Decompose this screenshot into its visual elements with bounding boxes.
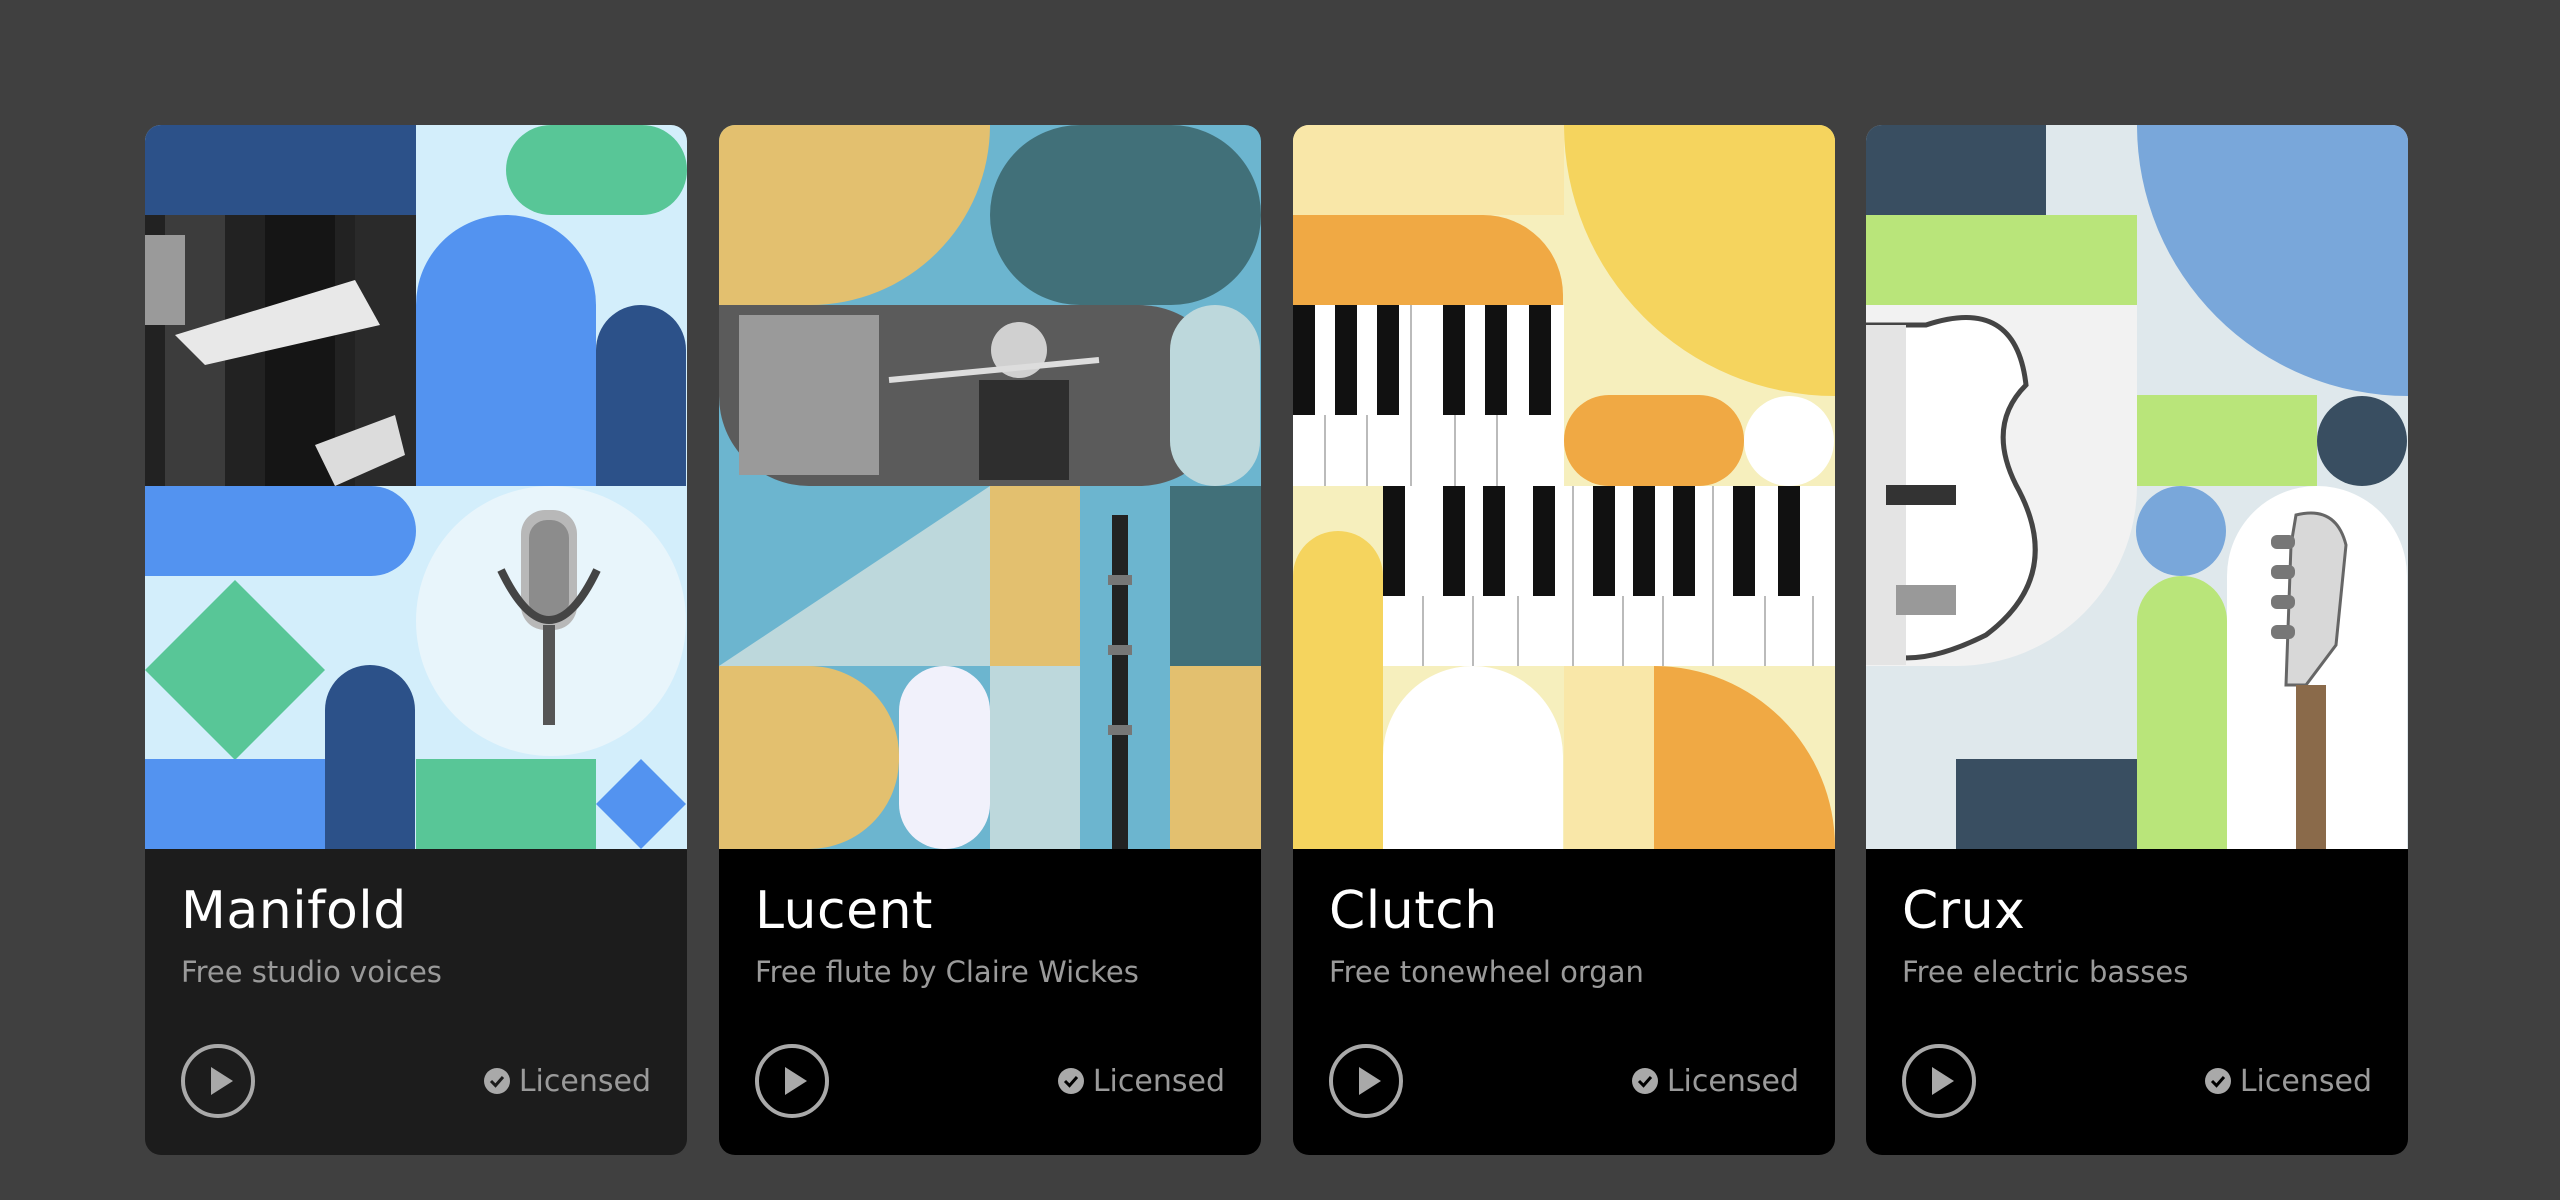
card-title: Clutch bbox=[1329, 881, 1498, 941]
card-artwork bbox=[719, 125, 1261, 849]
card-lucent[interactable]: Lucent Free flute by Claire Wickes Licen… bbox=[719, 125, 1261, 1155]
card-artwork bbox=[145, 125, 687, 849]
card-artwork bbox=[1293, 125, 1835, 849]
license-status-label: Licensed bbox=[1092, 1063, 1225, 1099]
play-icon bbox=[1932, 1067, 1954, 1095]
license-status-label: Licensed bbox=[1666, 1063, 1799, 1099]
card-info: Lucent Free flute by Claire Wickes Licen… bbox=[719, 849, 1261, 1155]
card-subtitle: Free electric basses bbox=[1902, 955, 2189, 989]
check-circle-icon bbox=[2204, 1068, 2231, 1094]
card-info: Crux Free electric basses Licensed bbox=[1866, 849, 2408, 1155]
license-status-label: Licensed bbox=[518, 1063, 651, 1099]
card-info: Manifold Free studio voices Licensed bbox=[145, 849, 687, 1155]
license-status: Licensed bbox=[1057, 1063, 1225, 1099]
card-artwork bbox=[1866, 125, 2408, 849]
card-subtitle: Free studio voices bbox=[181, 955, 442, 989]
card-clutch[interactable]: Clutch Free tonewheel organ Licensed bbox=[1293, 125, 1835, 1155]
card-subtitle: Free tonewheel organ bbox=[1329, 955, 1644, 989]
license-status-label: Licensed bbox=[2239, 1063, 2372, 1099]
play-icon bbox=[1359, 1067, 1381, 1095]
card-subtitle: Free flute by Claire Wickes bbox=[755, 955, 1139, 989]
play-button[interactable] bbox=[181, 1044, 255, 1118]
choir-microphone-collage-image bbox=[145, 125, 687, 849]
check-circle-icon bbox=[483, 1068, 510, 1094]
card-crux[interactable]: Crux Free electric basses Licensed bbox=[1866, 125, 2408, 1155]
check-circle-icon bbox=[1057, 1068, 1084, 1094]
card-manifold[interactable]: Manifold Free studio voices Licensed bbox=[145, 125, 687, 1155]
organ-keys-collage-image bbox=[1293, 125, 1835, 849]
license-status: Licensed bbox=[483, 1063, 651, 1099]
play-button[interactable] bbox=[1329, 1044, 1403, 1118]
electric-bass-collage-image bbox=[1866, 125, 2408, 849]
play-button[interactable] bbox=[1902, 1044, 1976, 1118]
play-icon bbox=[785, 1067, 807, 1095]
card-title: Crux bbox=[1902, 881, 2026, 941]
play-icon bbox=[211, 1067, 233, 1095]
card-title: Lucent bbox=[755, 881, 933, 941]
flutist-collage-image bbox=[719, 125, 1261, 849]
license-status: Licensed bbox=[1631, 1063, 1799, 1099]
check-circle-icon bbox=[1631, 1068, 1658, 1094]
license-status: Licensed bbox=[2204, 1063, 2372, 1099]
card-info: Clutch Free tonewheel organ Licensed bbox=[1293, 849, 1835, 1155]
play-button[interactable] bbox=[755, 1044, 829, 1118]
instrument-card-grid: Manifold Free studio voices Licensed Luc… bbox=[145, 125, 2408, 1155]
card-title: Manifold bbox=[181, 881, 407, 941]
